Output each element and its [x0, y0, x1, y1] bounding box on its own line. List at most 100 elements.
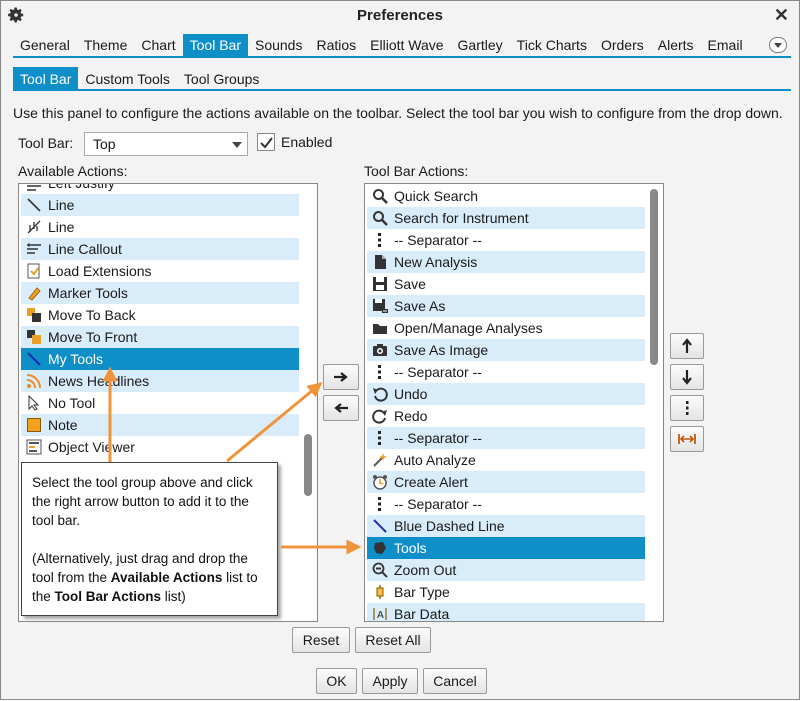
reset-button[interactable]: Reset — [292, 627, 350, 653]
list-item[interactable]: Open/Manage Analyses — [367, 317, 645, 339]
list-item-label: Search for Instrument — [394, 210, 529, 226]
note-icon — [26, 417, 42, 433]
tab-general[interactable]: General — [13, 34, 77, 56]
toolbar-actions-list[interactable]: Quick Search Search for Instrument -- Sepa… — [364, 183, 664, 622]
bar-type-icon — [372, 584, 388, 600]
tab-theme[interactable]: Theme — [77, 34, 135, 56]
tab-alerts[interactable]: Alerts — [651, 34, 701, 56]
tab-elliott-wave[interactable]: Elliott Wave — [363, 34, 450, 56]
list-item-label: Save As Image — [394, 342, 489, 358]
tab-tool-bar[interactable]: Tool Bar — [182, 34, 248, 56]
list-item[interactable]: Line Callout — [21, 238, 299, 260]
list-item[interactable]: -- Separator -- — [367, 229, 645, 251]
list-item-label: Note — [48, 417, 78, 433]
separator-icon — [372, 430, 388, 446]
tab-chart[interactable]: Chart — [134, 34, 182, 56]
list-item[interactable]: New Analysis — [367, 251, 645, 273]
line-icon — [26, 197, 42, 213]
list-item[interactable]: Save As Image — [367, 339, 645, 361]
add-right-arrow-button[interactable] — [323, 364, 359, 390]
subtab-custom-tools[interactable]: Custom Tools — [78, 67, 177, 89]
left-justify-icon — [26, 184, 42, 191]
marker-icon — [26, 285, 42, 301]
arrow-left-icon — [334, 403, 348, 413]
list-item[interactable]: Move To Back — [21, 304, 299, 326]
list-item[interactable]: Zoom Out — [367, 559, 645, 581]
list-item[interactable]: Search for Instrument — [367, 207, 645, 229]
list-item[interactable]: Move To Front — [21, 326, 299, 348]
list-item[interactable]: Line — [21, 194, 299, 216]
toolbar-select-value: Top — [93, 136, 116, 152]
tab-orders[interactable]: Orders — [594, 34, 651, 56]
tab-ratios[interactable]: Ratios — [309, 34, 363, 56]
available-scroll-thumb[interactable] — [304, 434, 312, 496]
subtab-tool-bar[interactable]: Tool Bar — [13, 67, 79, 89]
list-item[interactable]: Save As — [367, 295, 645, 317]
toolbar-scrollbar[interactable] — [649, 186, 659, 619]
apply-button[interactable]: Apply — [362, 668, 418, 694]
move-up-button[interactable] — [670, 333, 704, 359]
list-item[interactable]: Line — [21, 216, 299, 238]
list-item[interactable]: No Tool — [21, 392, 299, 414]
remove-left-arrow-button[interactable] — [323, 395, 359, 421]
list-item[interactable]: Auto Analyze — [367, 449, 645, 471]
separator-icon — [372, 364, 388, 380]
tab-tick-charts[interactable]: Tick Charts — [510, 34, 594, 56]
list-item[interactable]: Note — [21, 414, 299, 436]
panel-description: Use this panel to configure the actions … — [13, 105, 783, 121]
ok-button[interactable]: OK — [316, 668, 357, 694]
move-to-front-icon — [26, 329, 42, 345]
magic-wand-icon — [372, 452, 388, 468]
title-bar: Preferences ✕ — [1, 1, 799, 31]
list-item[interactable]: -- Separator -- — [367, 361, 645, 383]
list-item-label: Quick Search — [394, 188, 479, 204]
list-item[interactable]: -- Separator -- — [367, 427, 645, 449]
toolbar-select[interactable]: Top — [84, 132, 248, 156]
spacer-icon — [678, 434, 696, 444]
blue-line-icon — [372, 518, 388, 534]
subtab-tool-groups[interactable]: Tool Groups — [177, 67, 266, 89]
list-item[interactable]: Create Alert — [367, 471, 645, 493]
reset-all-button[interactable]: Reset All — [355, 627, 431, 653]
add-separator-button[interactable] — [670, 395, 704, 421]
list-item[interactable]: Redo — [367, 405, 645, 427]
list-item[interactable]: A Bar Data — [367, 603, 645, 621]
list-item[interactable]: Left Justify — [21, 184, 299, 194]
list-item[interactable]: Bar Type — [367, 581, 645, 603]
list-item[interactable]: Object Viewer — [21, 436, 299, 458]
toolbar-select-label: Tool Bar: — [18, 135, 74, 151]
search-icon — [372, 188, 388, 204]
tab-email[interactable]: Email — [701, 34, 750, 56]
list-item-label: -- Separator -- — [394, 430, 482, 446]
list-item[interactable]: News Headlines — [21, 370, 299, 392]
alarm-clock-icon — [372, 474, 388, 490]
chevron-down-icon — [232, 142, 242, 148]
list-item-label: Line Callout — [48, 241, 122, 257]
line-ticks-icon — [26, 219, 42, 235]
cancel-button[interactable]: Cancel — [423, 668, 487, 694]
list-item[interactable]: -- Separator -- — [367, 493, 645, 515]
list-item[interactable]: My Tools — [21, 348, 299, 370]
list-item[interactable]: Tools — [367, 537, 645, 559]
list-item[interactable]: Save — [367, 273, 645, 295]
toolbar-scroll-thumb[interactable] — [650, 189, 658, 365]
enabled-checkbox[interactable] — [257, 133, 275, 151]
close-icon[interactable]: ✕ — [774, 5, 789, 26]
list-item-label: Tools — [394, 540, 427, 556]
tab-overflow-dropdown-icon[interactable] — [769, 37, 787, 53]
list-item[interactable]: Blue Dashed Line — [367, 515, 645, 537]
list-item[interactable]: Marker Tools — [21, 282, 299, 304]
tab-gartley[interactable]: Gartley — [451, 34, 510, 56]
add-spacer-button[interactable] — [670, 426, 704, 452]
move-down-button[interactable] — [670, 364, 704, 390]
available-scrollbar[interactable] — [303, 186, 313, 619]
separator-icon — [372, 496, 388, 512]
list-item-label: -- Separator -- — [394, 364, 482, 380]
list-item-label: No Tool — [48, 395, 96, 411]
list-item[interactable]: Undo — [367, 383, 645, 405]
list-item[interactable]: Load Extensions — [21, 260, 299, 282]
rss-icon — [26, 373, 42, 389]
list-item[interactable]: Quick Search — [367, 185, 645, 207]
tab-sounds[interactable]: Sounds — [248, 34, 309, 56]
list-item-label: Move To Front — [48, 329, 138, 345]
